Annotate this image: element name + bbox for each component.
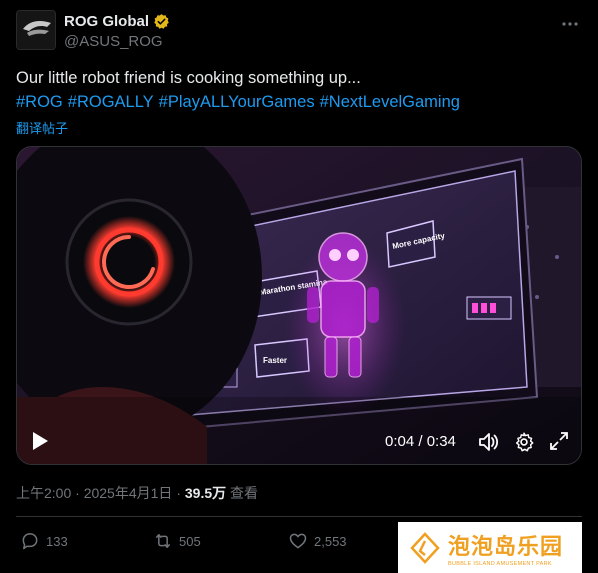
meta-separator: ·: [176, 485, 185, 501]
watermark: 泡泡岛乐园 BUBBLE ISLAND AMUSEMENT PARK: [398, 522, 582, 573]
settings-gear-icon[interactable]: [513, 431, 535, 453]
heart-icon: [289, 533, 307, 549]
watermark-title: 泡泡岛乐园: [448, 533, 564, 559]
repost-icon: [155, 534, 171, 548]
tweet-text: Our little robot friend is cooking somet…: [16, 69, 361, 87]
meta-separator: ·: [75, 485, 84, 501]
action-bar: 133 505 2,553: [16, 531, 416, 555]
name-row: ROG Global: [64, 13, 170, 30]
hashtag-link[interactable]: #ROGALLY: [68, 93, 154, 111]
view-count: 39.5万: [184, 485, 227, 501]
hashtag-link[interactable]: #NextLevelGaming: [320, 93, 460, 111]
translate-post-link[interactable]: 翻译帖子: [16, 118, 68, 137]
reply-icon: [22, 533, 38, 550]
divider: [16, 516, 582, 517]
rog-logo-icon: [17, 11, 55, 49]
hashtag-link[interactable]: #PlayALLYourGames: [159, 93, 315, 111]
watermark-subtitle: BUBBLE ISLAND AMUSEMENT PARK: [448, 560, 552, 567]
account-name[interactable]: ROG Global: [64, 13, 149, 30]
volume-icon[interactable]: [477, 431, 499, 453]
verified-badge-icon: [154, 14, 169, 29]
fullscreen-icon[interactable]: [549, 431, 569, 451]
repost-count: 505: [179, 533, 201, 549]
tweet-body: Our little robot friend is cooking somet…: [16, 66, 582, 114]
watermark-logo-icon: [410, 531, 440, 564]
more-options-icon[interactable]: [560, 14, 580, 34]
video-frame: Marathon stamina More capacity Faster: [17, 147, 581, 464]
views-label: 查看: [230, 485, 259, 501]
post-time[interactable]: 上午2:00: [16, 485, 71, 501]
hashtag-link[interactable]: #ROG: [16, 93, 63, 111]
post-meta: 上午2:00 · 2025年4月1日 · 39.5万 查看: [16, 483, 258, 503]
screen-label-3: Faster: [263, 356, 287, 365]
video-player[interactable]: Marathon stamina More capacity Faster 0:: [16, 146, 582, 465]
repost-button[interactable]: 505: [153, 531, 201, 551]
hashtag-list: #ROG #ROGALLY #PlayALLYourGames #NextLevelG…: [16, 90, 582, 114]
like-button[interactable]: 2,553: [288, 531, 347, 551]
video-time: 0:04 / 0:34: [385, 433, 456, 450]
play-icon[interactable]: [31, 431, 49, 451]
post-date[interactable]: 2025年4月1日: [84, 485, 173, 501]
reply-button[interactable]: 133: [20, 531, 68, 551]
account-handle[interactable]: @ASUS_ROG: [64, 33, 163, 50]
avatar[interactable]: [16, 10, 56, 50]
tweet-header: ROG Global @ASUS_ROG: [16, 10, 582, 54]
reply-count: 133: [46, 533, 68, 549]
like-count: 2,553: [314, 533, 347, 549]
